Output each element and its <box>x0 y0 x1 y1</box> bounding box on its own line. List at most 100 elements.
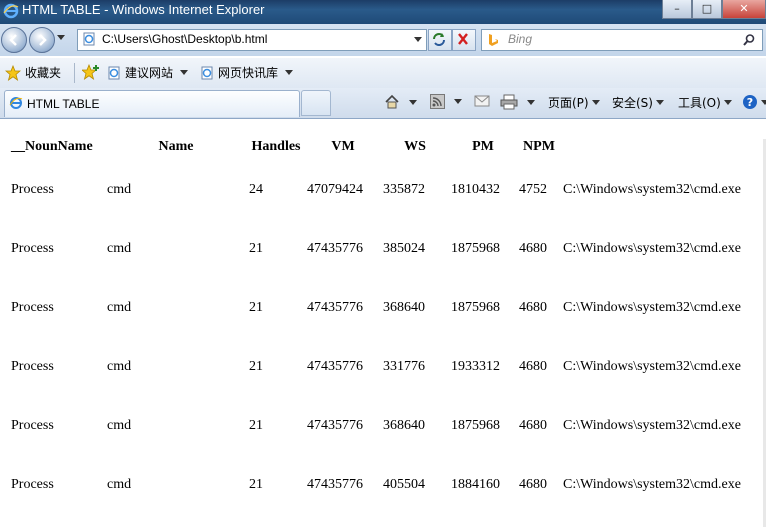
cell-vm: 47435776 <box>307 417 363 433</box>
chevron-down-icon <box>723 100 732 105</box>
suggested-sites-label: 建议网站 <box>125 66 174 80</box>
back-arrow-icon <box>9 34 17 46</box>
column-header-vm: VM <box>331 139 355 154</box>
page-menu[interactable]: 页面(P) <box>548 94 600 111</box>
cell-ws: 335872 <box>383 181 425 197</box>
cell-name: cmd <box>107 358 132 374</box>
safety-menu-label: 安全(S) <box>612 96 653 110</box>
favorites-separator <box>74 63 75 83</box>
forward-button[interactable] <box>29 27 55 53</box>
cell-nounname: Process <box>11 181 54 197</box>
cell-pm: 1875968 <box>451 299 500 315</box>
process-table: __NounName Name Handles VM WS PM NPM Pro… <box>8 133 744 515</box>
favorites-button[interactable]: 收藏夹 <box>5 64 61 81</box>
internet-explorer-icon <box>3 3 19 19</box>
cell-nounname: Process <box>11 240 54 256</box>
cell-path: C:\Windows\system32\cmd.exe <box>563 181 741 197</box>
refresh-button[interactable] <box>428 29 452 51</box>
favorites-label: 收藏夹 <box>25 66 62 80</box>
command-bar: HTML TABLE 页面(P) 安全(S) 工具(O) ? <box>0 88 766 119</box>
column-header-npm: NPM <box>523 139 555 154</box>
cell-path: C:\Windows\system32\cmd.exe <box>563 358 741 374</box>
cell-name: cmd <box>107 476 132 492</box>
cell-pm: 1884160 <box>451 476 500 492</box>
address-input[interactable]: C:\Users\Ghost\Desktop\b.html <box>102 32 267 46</box>
cell-path: C:\Windows\system32\cmd.exe <box>563 299 741 315</box>
cell-name: cmd <box>107 240 132 256</box>
cell-npm: 4680 <box>519 358 547 374</box>
svg-text:?: ? <box>747 96 753 109</box>
search-icon[interactable] <box>742 33 756 47</box>
cell-pm: 1875968 <box>451 417 500 433</box>
cell-vm: 47435776 <box>307 476 363 492</box>
search-input[interactable]: Bing <box>508 32 532 46</box>
web-slice-gallery-button[interactable]: 网页快讯库 <box>200 64 294 81</box>
safety-menu[interactable]: 安全(S) <box>612 94 664 111</box>
help-button[interactable]: ? <box>742 94 766 110</box>
star-icon <box>5 64 21 81</box>
bing-logo-icon <box>489 34 498 46</box>
address-bar[interactable]: C:\Users\Ghost\Desktop\b.html <box>77 29 427 51</box>
cell-name: cmd <box>107 181 132 197</box>
feeds-button[interactable] <box>430 94 462 109</box>
cell-ws: 368640 <box>383 299 425 315</box>
cell-npm: 4680 <box>519 476 547 492</box>
cell-path: C:\Windows\system32\cmd.exe <box>563 476 741 492</box>
back-button[interactable] <box>1 27 27 53</box>
chevron-down-icon <box>655 100 664 105</box>
cell-nounname: Process <box>11 358 54 374</box>
mail-icon <box>474 95 490 107</box>
cell-handles: 21 <box>249 358 263 374</box>
chevron-down-icon <box>454 99 462 104</box>
cell-name: cmd <box>107 299 132 315</box>
chevron-down-icon <box>409 99 417 105</box>
cell-handles: 24 <box>249 181 263 197</box>
table-row: Process cmd 21 47435776 385024 1875968 4… <box>10 220 742 277</box>
table-row: Process cmd 21 47435776 368640 1875968 4… <box>10 397 742 454</box>
home-icon <box>385 94 399 109</box>
cell-handles: 21 <box>249 240 263 256</box>
refresh-icon <box>433 33 445 46</box>
tools-menu[interactable]: 工具(O) <box>678 94 732 111</box>
cell-ws: 331776 <box>383 358 425 374</box>
maximize-button[interactable]: □ <box>692 0 722 19</box>
column-header-pm: PM <box>472 139 494 154</box>
read-mail-button[interactable] <box>474 94 490 108</box>
column-header-path <box>562 135 742 159</box>
search-box[interactable]: Bing <box>481 29 763 51</box>
cell-handles: 21 <box>249 299 263 315</box>
cell-pm: 1875968 <box>451 240 500 256</box>
recent-pages-chevron-down-icon[interactable] <box>57 35 65 40</box>
table-row: Process cmd 24 47079424 335872 1810432 4… <box>10 161 742 218</box>
stop-button[interactable] <box>452 29 476 51</box>
navigation-bar: C:\Users\Ghost\Desktop\b.html Bing <box>0 24 766 56</box>
column-header-nounname: __NounName <box>11 139 93 154</box>
chevron-down-icon <box>591 100 600 105</box>
page-icon <box>201 66 213 79</box>
print-button[interactable] <box>500 94 535 110</box>
cell-nounname: Process <box>11 417 54 433</box>
tab-title: HTML TABLE <box>27 97 100 111</box>
cell-vm: 47435776 <box>307 240 363 256</box>
page-icon <box>83 32 95 46</box>
page-icon <box>108 66 120 79</box>
cell-nounname: Process <box>11 476 54 492</box>
new-tab-button[interactable] <box>301 90 331 116</box>
home-button[interactable] <box>384 94 417 110</box>
cell-vm: 47079424 <box>307 181 363 197</box>
title-bar: HTML TABLE - Windows Internet Explorer –… <box>0 0 766 24</box>
tab-html-table[interactable]: HTML TABLE <box>4 90 300 117</box>
close-button[interactable]: ✕ <box>722 0 766 19</box>
cell-ws: 368640 <box>383 417 425 433</box>
cell-path: C:\Windows\system32\cmd.exe <box>563 240 741 256</box>
suggested-sites-button[interactable]: 建议网站 <box>107 64 189 81</box>
column-header-handles: Handles <box>251 139 301 154</box>
minimize-button[interactable]: – <box>662 0 692 19</box>
table-row: Process cmd 21 47435776 368640 1875968 4… <box>10 279 742 336</box>
stop-icon <box>458 33 468 45</box>
cell-path: C:\Windows\system32\cmd.exe <box>563 417 741 433</box>
add-to-favorites-button[interactable] <box>82 64 100 80</box>
cell-handles: 21 <box>249 417 263 433</box>
cell-vm: 47435776 <box>307 299 363 315</box>
address-dropdown-chevron-down-icon[interactable] <box>414 37 422 42</box>
